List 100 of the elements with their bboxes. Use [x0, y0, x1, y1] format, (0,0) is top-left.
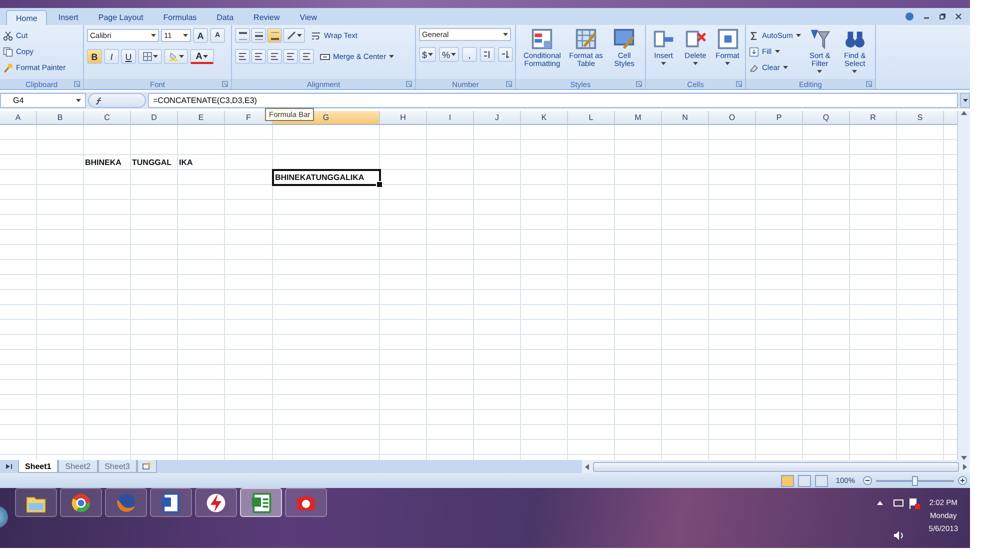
zoom-in-icon[interactable]: [958, 476, 967, 485]
decimal-icon: [483, 50, 492, 59]
increase-decimal-button[interactable]: [480, 47, 496, 62]
column-header[interactable]: B: [37, 111, 84, 124]
column-header[interactable]: H: [380, 111, 427, 124]
number-format-button[interactable]: $: [419, 47, 436, 62]
fill-color-button[interactable]: [164, 49, 188, 64]
vertical-scrollbar[interactable]: [957, 111, 970, 460]
align-button[interactable]: [235, 28, 250, 43]
scroll-right-icon[interactable]: [963, 464, 967, 470]
close-icon[interactable]: [955, 13, 962, 20]
align-lines-icon: [270, 52, 279, 61]
font-style-button[interactable]: U: [121, 49, 136, 64]
caret-icon: [852, 70, 858, 73]
flag-icon[interactable]: [908, 498, 920, 508]
taskbar-button[interactable]: [195, 488, 237, 517]
taskbar-button[interactable]: [60, 488, 102, 517]
last-sheet-icon: [6, 464, 12, 469]
sigma-icon: [749, 30, 759, 40]
caret-icon: [817, 70, 822, 73]
name-box[interactable]: G4: [0, 93, 86, 108]
scroll-left-icon[interactable]: [585, 464, 589, 470]
speaker-icon[interactable]: [892, 530, 904, 540]
caret-icon: [451, 53, 456, 56]
zoom-thumb[interactable]: [912, 476, 918, 486]
column-header[interactable]: D: [131, 111, 178, 124]
format-cells-icon: [716, 28, 738, 50]
align-button[interactable]: [235, 49, 250, 64]
caret-icon: [76, 99, 81, 102]
align-button[interactable]: [251, 28, 266, 43]
display-icon[interactable]: [892, 498, 904, 508]
scroll-up-icon[interactable]: [961, 111, 967, 115]
font-color-button[interactable]: A: [190, 49, 214, 64]
sheet-tab[interactable]: Sheet3: [98, 460, 137, 473]
fill-handle[interactable]: [376, 181, 383, 188]
ribbon-tab[interactable]: Data: [208, 10, 243, 25]
font-style-button[interactable]: B: [87, 49, 102, 64]
number-format-button[interactable]: %: [439, 47, 460, 62]
zoom-out-icon[interactable]: [863, 476, 872, 485]
formula-field[interactable]: =CONCATENATE(C3,D3,E3): [148, 93, 958, 108]
cell-cursor[interactable]: BHINEKATUNGGALIKA: [272, 169, 381, 186]
align-lines-icon: [270, 32, 278, 40]
column-header[interactable]: I: [427, 111, 474, 124]
column-header[interactable]: O: [709, 111, 756, 124]
ribbon-tab[interactable]: Formulas: [154, 10, 206, 25]
taskbar-button[interactable]: [285, 488, 327, 517]
caret-icon: [693, 62, 698, 65]
sheet-tab[interactable]: Sheet1: [18, 460, 58, 473]
column-header[interactable]: L: [568, 111, 615, 124]
copy-icon: [3, 46, 13, 56]
column-header[interactable]: A: [0, 111, 37, 124]
borders-button[interactable]: [138, 49, 162, 64]
ribbon-tab[interactable]: Page Layout: [89, 10, 152, 25]
align-lines-icon: [254, 32, 262, 40]
column-header[interactable]: P: [756, 111, 803, 124]
ribbon-tab[interactable]: Insert: [49, 10, 88, 25]
caret-icon: [796, 34, 801, 37]
column-header[interactable]: J: [474, 111, 521, 124]
number-format-button[interactable]: ,: [462, 47, 478, 62]
column-header[interactable]: K: [521, 111, 568, 124]
column-header[interactable]: M: [615, 111, 662, 124]
taskbar-button[interactable]: [240, 488, 282, 517]
restore-icon[interactable]: [939, 13, 946, 20]
expand-button[interactable]: [960, 93, 970, 108]
paint-bucket-icon: [168, 52, 178, 61]
wrap-icon: [311, 30, 321, 40]
font-style-button[interactable]: I: [104, 49, 119, 64]
column-header[interactable]: C: [84, 111, 131, 124]
slanted-text-icon: [286, 31, 296, 40]
column-header[interactable]: R: [850, 111, 897, 124]
grow-font-button[interactable]: A: [193, 28, 208, 43]
align-button[interactable]: [267, 28, 282, 43]
insert-sheet-button[interactable]: [136, 460, 157, 473]
ribbon-tab[interactable]: Home: [6, 10, 48, 25]
eraser-icon: [749, 62, 759, 72]
column-header[interactable]: S: [897, 111, 944, 124]
horizontal-scrollbar[interactable]: [582, 460, 970, 473]
align-button[interactable]: [299, 49, 314, 64]
show-hidden-icon[interactable]: [876, 501, 883, 505]
scroll-thumb[interactable]: [593, 462, 959, 472]
orientation-button[interactable]: [283, 28, 305, 43]
column-header[interactable]: Q: [803, 111, 850, 124]
cell-text: TUNGGAL: [131, 158, 172, 167]
align-button[interactable]: [251, 49, 266, 64]
decrease-decimal-button[interactable]: [498, 47, 514, 62]
column-header[interactable]: N: [662, 111, 709, 124]
caret-icon: [782, 66, 788, 69]
align-lines-icon: [238, 32, 246, 40]
column-header[interactable]: E: [178, 111, 225, 124]
help-icon[interactable]: [905, 12, 914, 21]
ribbon-tab[interactable]: View: [290, 10, 326, 25]
ribbon-tab[interactable]: Review: [244, 10, 289, 25]
align-button[interactable]: [283, 49, 298, 64]
align-button[interactable]: [267, 49, 282, 64]
taskbar-button[interactable]: [150, 488, 192, 517]
taskbar-button[interactable]: [15, 488, 57, 517]
sheet-tab[interactable]: Sheet2: [58, 460, 98, 473]
cell-text: IKA: [178, 158, 193, 167]
fx-icon: [95, 96, 103, 104]
ring-icon: [70, 492, 92, 514]
